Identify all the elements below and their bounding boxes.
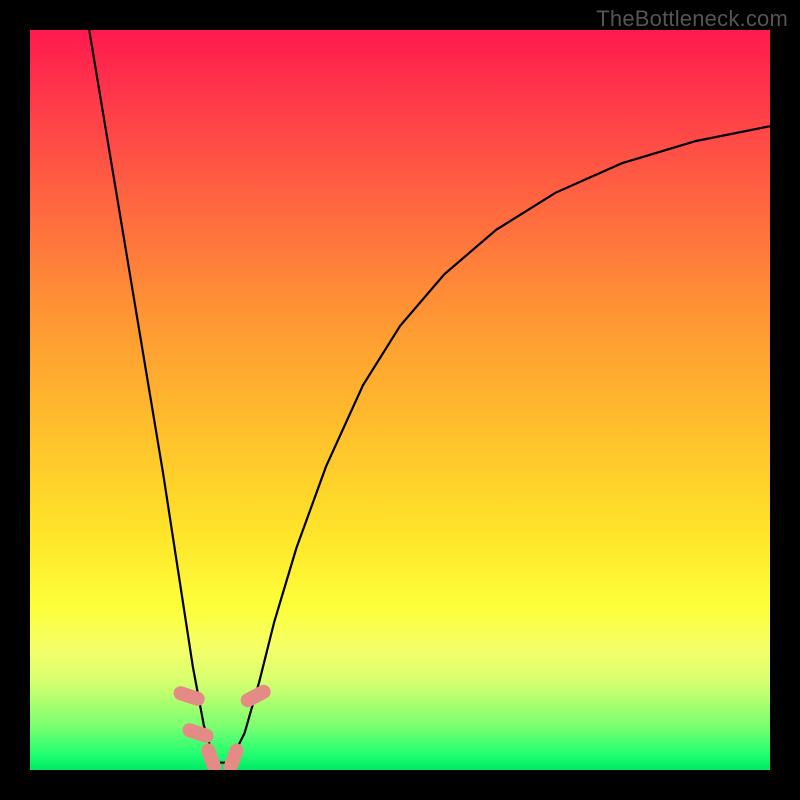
bottleneck-curve bbox=[30, 30, 770, 770]
outer-frame: TheBottleneck.com bbox=[0, 0, 800, 800]
marker-bottom-left bbox=[199, 741, 223, 770]
watermark-text: TheBottleneck.com bbox=[596, 6, 788, 32]
curve-path bbox=[89, 30, 770, 763]
marker-right-upper bbox=[238, 682, 273, 709]
plot-area bbox=[30, 30, 770, 770]
marker-left-upper bbox=[172, 684, 207, 707]
curve-markers bbox=[172, 682, 273, 770]
marker-bottom-right bbox=[221, 741, 245, 770]
marker-left-lower bbox=[181, 721, 216, 744]
